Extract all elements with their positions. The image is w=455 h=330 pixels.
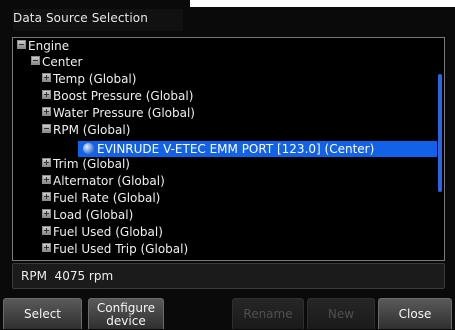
tree-item-label: Fuel Used Trip (Global) — [53, 242, 189, 256]
collapse-icon[interactable] — [17, 40, 26, 49]
new-button[interactable]: New — [307, 298, 375, 329]
tree-item-label: Trim (Global) — [53, 157, 130, 171]
tree-item-label: Alternator (Global) — [53, 174, 165, 188]
tree-item-label: Engine — [28, 39, 70, 53]
top-edge — [190, 0, 455, 7]
expand-icon[interactable] — [42, 107, 51, 116]
scrollbar-thumb[interactable] — [438, 74, 442, 192]
tree-item-temp[interactable]: Temp (Global) — [42, 71, 136, 87]
tree-item-fuel-used-trip[interactable]: Fuel Used Trip (Global) — [42, 241, 188, 257]
close-label: Close — [398, 307, 432, 321]
rename-label: Rename — [243, 307, 293, 321]
expand-icon[interactable] — [42, 175, 51, 184]
dialog-title: Data Source Selection — [13, 9, 183, 31]
configure-device-button[interactable]: Configure device — [88, 298, 164, 329]
tree-item-label: Center — [42, 55, 83, 69]
tree-item-boost-pressure[interactable]: Boost Pressure (Global) — [42, 88, 193, 104]
data-source-ball-icon — [83, 143, 94, 154]
tree-item-evinrude-source[interactable]: EVINRUDE V-ETEC EMM PORT [123.0] (Center… — [83, 141, 374, 157]
collapse-icon[interactable] — [42, 124, 51, 133]
tree-item-trim[interactable]: Trim (Global) — [42, 156, 130, 172]
rename-button[interactable]: Rename — [232, 298, 304, 329]
tree-item-rpm[interactable]: RPM (Global) — [42, 122, 130, 138]
expand-icon[interactable] — [42, 209, 51, 218]
tree-item-label: EVINRUDE V-ETEC EMM PORT [123.0] (Center… — [97, 142, 375, 156]
tree-item-label: Fuel Rate (Global) — [53, 191, 161, 205]
expand-icon[interactable] — [42, 158, 51, 167]
expand-icon[interactable] — [42, 226, 51, 235]
expand-icon[interactable] — [42, 90, 51, 99]
tree-item-label: Load (Global) — [53, 208, 134, 222]
expand-icon[interactable] — [42, 192, 51, 201]
new-label: New — [327, 307, 355, 321]
collapse-icon[interactable] — [31, 56, 40, 65]
tree-item-label: RPM (Global) — [53, 123, 131, 137]
expand-icon[interactable] — [42, 243, 51, 252]
configure-label-line2: device — [106, 314, 146, 328]
tree-item-alternator[interactable]: Alternator (Global) — [42, 173, 165, 189]
data-source-tree[interactable]: Engine Center Temp (Global) Boost Pressu… — [12, 37, 445, 261]
tree-item-fuel-rate[interactable]: Fuel Rate (Global) — [42, 190, 160, 206]
button-bar: Select Configure device Rename New Close — [0, 298, 455, 329]
tree-item-label: Water Pressure (Global) — [53, 106, 195, 120]
status-readout: RPM 4075 rpm — [12, 263, 445, 289]
tree-item-water-pressure[interactable]: Water Pressure (Global) — [42, 105, 195, 121]
select-label: Select — [23, 307, 62, 321]
expand-icon[interactable] — [42, 73, 51, 82]
tree-item-fuel-used[interactable]: Fuel Used (Global) — [42, 224, 163, 240]
tree-item-label: Fuel Used (Global) — [53, 225, 163, 239]
tree-item-label: Temp (Global) — [53, 72, 137, 86]
status-text: RPM 4075 rpm — [21, 269, 114, 283]
tree-item-load[interactable]: Load (Global) — [42, 207, 133, 223]
tree-item-label: Boost Pressure (Global) — [53, 89, 194, 103]
configure-label-line1: Configure — [96, 301, 156, 315]
close-button[interactable]: Close — [378, 298, 452, 329]
tree-item-center[interactable]: Center — [31, 54, 82, 70]
select-button[interactable]: Select — [3, 298, 82, 329]
tree-item-engine[interactable]: Engine — [17, 38, 69, 54]
